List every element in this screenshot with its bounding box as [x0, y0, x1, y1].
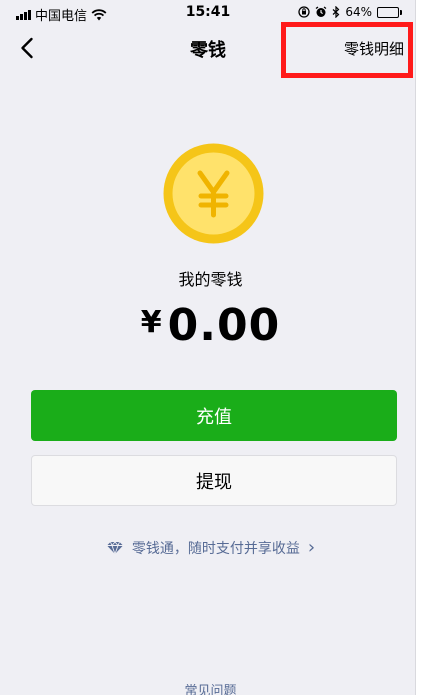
diamond-icon	[106, 541, 123, 555]
alarm-icon	[315, 6, 327, 17]
promo-text: 零钱通，随时支付并享收益	[131, 541, 300, 557]
battery-icon	[377, 6, 402, 18]
status-right: 64%	[298, 5, 402, 19]
chevron-left-icon	[21, 37, 33, 59]
yen-coin-icon	[163, 143, 264, 244]
recharge-button[interactable]: 充值	[31, 390, 397, 441]
faq-link[interactable]: 常见问题	[0, 680, 415, 695]
bluetooth-icon	[332, 6, 340, 18]
highlight-annotation	[281, 22, 413, 78]
chevron-right-icon: ›	[307, 537, 316, 558]
withdraw-button[interactable]: 提现	[31, 455, 397, 506]
screen: 中国电信 15:41 64% 零钱 零钱明细 我的零钱 ¥ 0.00 充值 提现…	[0, 0, 416, 695]
balance-amount: ¥0.00	[0, 300, 415, 351]
back-button[interactable]	[10, 32, 44, 64]
balance-value: 0.00	[167, 300, 281, 351]
currency-symbol: ¥	[140, 305, 162, 340]
battery-percent: 64%	[345, 5, 372, 19]
lingqiantong-promo-link[interactable]: 零钱通，随时支付并享收益 ›	[0, 537, 415, 558]
orientation-lock-icon	[298, 6, 310, 18]
balance-label: 我的零钱	[178, 270, 243, 289]
